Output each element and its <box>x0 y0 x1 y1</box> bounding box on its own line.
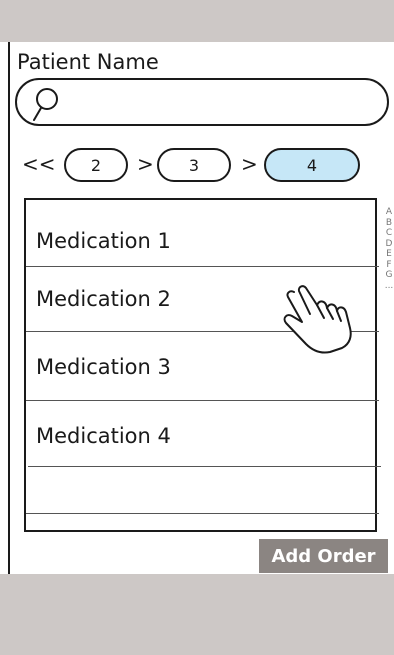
patient-name-label: Patient Name <box>17 50 159 74</box>
list-divider <box>26 513 379 514</box>
index-letter[interactable]: ... <box>384 281 394 292</box>
alphabet-index[interactable]: A B C D E F G ... <box>384 207 394 291</box>
list-divider <box>26 266 379 267</box>
page-3-button[interactable]: 3 <box>157 148 231 182</box>
hand-pointer-icon <box>283 285 352 354</box>
pager-next-arrow[interactable]: > <box>241 152 258 176</box>
patient-search-box[interactable] <box>15 78 389 126</box>
index-letter[interactable]: E <box>384 249 394 260</box>
footer-bar <box>0 574 394 655</box>
index-letter[interactable]: B <box>384 218 394 229</box>
list-divider <box>28 466 381 467</box>
medication-item-4[interactable]: Medication 4 <box>26 408 375 463</box>
index-letter[interactable]: C <box>384 228 394 239</box>
search-icon <box>33 88 58 121</box>
medication-list: Medication 1 Medication 2 Medication 3 M… <box>24 198 381 532</box>
page-2-button[interactable]: 2 <box>64 148 128 182</box>
list-divider <box>26 400 379 401</box>
patient-search-input[interactable] <box>71 86 367 120</box>
index-letter[interactable]: F <box>384 260 394 271</box>
pager-first[interactable]: << <box>22 152 56 176</box>
add-order-button[interactable]: Add Order <box>259 539 388 573</box>
medication-item-5[interactable] <box>26 468 375 514</box>
pager-next-arrow[interactable]: > <box>137 152 154 176</box>
page-4-button[interactable]: 4 <box>264 148 360 182</box>
index-letter[interactable]: D <box>384 239 394 250</box>
medication-item-1[interactable]: Medication 1 <box>26 218 375 264</box>
index-letter[interactable]: A <box>384 207 394 218</box>
index-letter[interactable]: G <box>384 270 394 281</box>
header-bar <box>0 0 394 42</box>
